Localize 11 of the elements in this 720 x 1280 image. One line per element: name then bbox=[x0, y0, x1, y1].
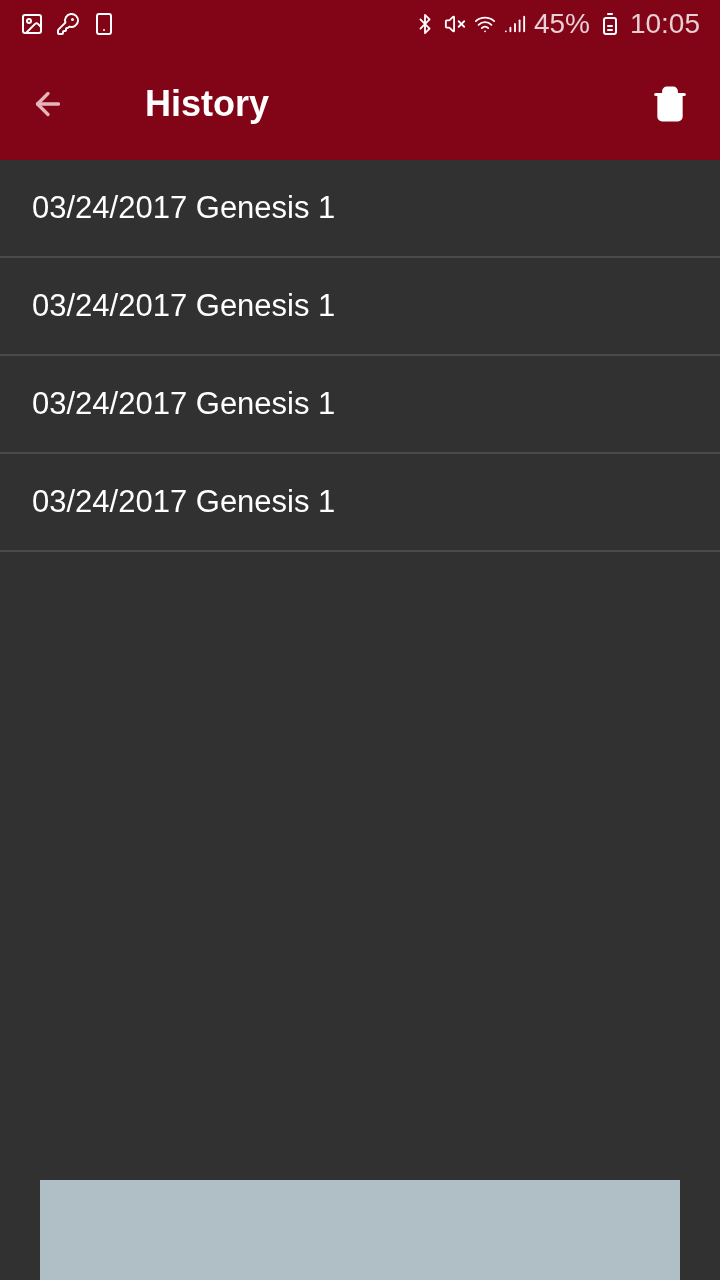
toolbar-title: History bbox=[145, 82, 270, 126]
history-item[interactable]: 03/24/2017 Genesis 1 bbox=[0, 160, 720, 258]
history-item[interactable]: 03/24/2017 Genesis 1 bbox=[0, 454, 720, 552]
key-icon bbox=[56, 12, 80, 36]
history-item[interactable]: 03/24/2017 Genesis 1 bbox=[0, 356, 720, 454]
mute-icon bbox=[443, 13, 466, 35]
history-item[interactable]: 03/24/2017 Genesis 1 bbox=[0, 258, 720, 356]
clock: 10:05 bbox=[629, 7, 700, 41]
image-icon bbox=[20, 12, 44, 36]
battery-percent: 45% bbox=[533, 7, 590, 41]
signal-icon bbox=[503, 13, 526, 35]
